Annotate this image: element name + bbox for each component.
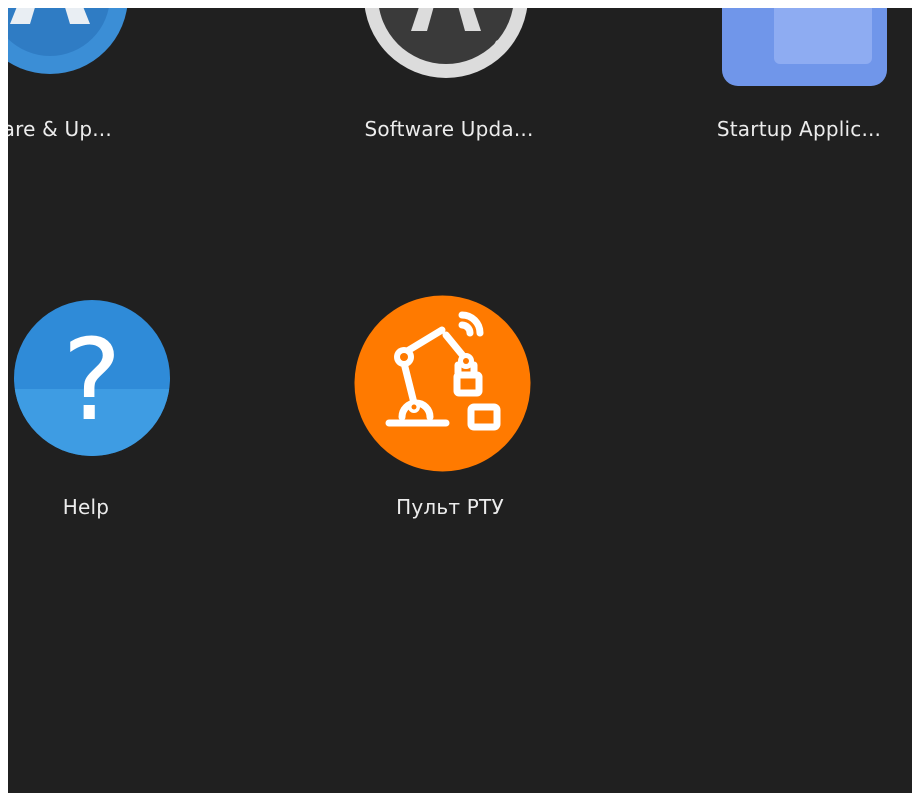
app-tile-pult-rtu[interactable]: Пульт РТУ [335, 293, 565, 533]
robot-arm-icon [354, 295, 531, 472]
app-tile-software-updates[interactable]: tware & Up... [8, 8, 160, 158]
help-icon: ? [13, 299, 171, 457]
app-label: Startup Applic... [716, 117, 882, 141]
app-label: Software Upda... [364, 117, 534, 141]
software-properties-icon [8, 8, 130, 76]
app-tile-help[interactable]: ? Help [8, 293, 201, 533]
software-updater-icon [361, 8, 531, 81]
svg-text:?: ? [62, 316, 121, 446]
app-grid: tware & Up... Software Upda... [8, 8, 912, 793]
startup-applications-icon [719, 8, 889, 88]
app-label: Help [62, 495, 110, 519]
app-label: Пульт РТУ [396, 495, 504, 519]
app-tile-software-updater[interactable]: Software Upda... [334, 8, 564, 158]
app-tile-startup-applications[interactable]: Startup Applic... [684, 8, 912, 158]
app-label: tware & Up... [8, 117, 112, 141]
